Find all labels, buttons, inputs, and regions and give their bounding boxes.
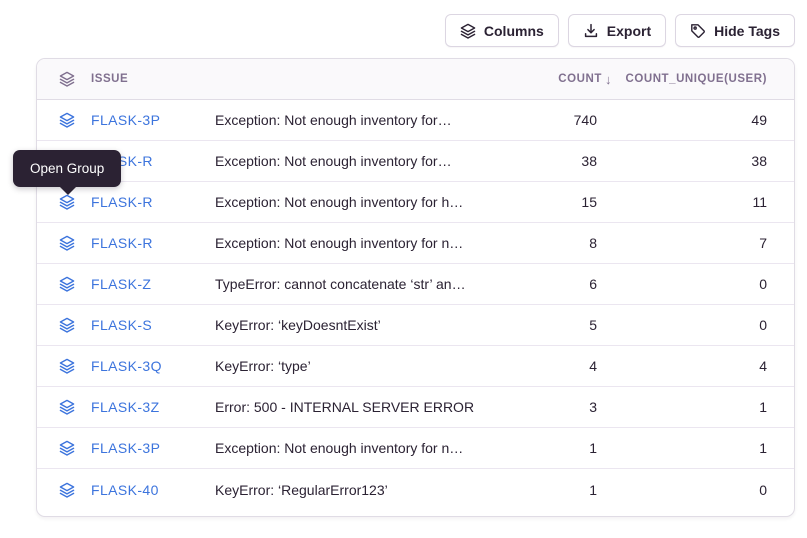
- table-row: FLASK-Z TypeError: cannot concatenate ‘s…: [37, 264, 794, 305]
- issue-message: KeyError: ‘keyDoesntExist’: [215, 317, 501, 333]
- hide-tags-button-label: Hide Tags: [714, 23, 780, 39]
- table-row: FLASK-S KeyError: ‘keyDoesntExist’ 5 0: [37, 305, 794, 346]
- count-value: 4: [517, 358, 597, 374]
- issue-message: Exception: Not enough inventory for…: [215, 153, 501, 169]
- count-value: 1: [517, 482, 597, 498]
- row-icon-cell: [59, 194, 75, 210]
- open-group-stack-icon[interactable]: [59, 112, 75, 128]
- table-row: FLASK-R Exception: Not enough inventory …: [37, 223, 794, 264]
- count-unique-value: 49: [613, 112, 767, 128]
- table-row: FLASK-40 KeyError: ‘RegularError123’ 1 0: [37, 469, 794, 510]
- issue-link[interactable]: FLASK-3P: [91, 440, 199, 456]
- open-group-stack-icon[interactable]: [59, 235, 75, 251]
- open-group-stack-icon[interactable]: [59, 440, 75, 456]
- count-value: 3: [517, 399, 597, 415]
- issue-link[interactable]: FLASK-3Z: [91, 399, 199, 415]
- open-group-stack-icon[interactable]: [59, 399, 75, 415]
- export-button[interactable]: Export: [568, 14, 666, 47]
- issue-link[interactable]: FLASK-3P: [91, 112, 199, 128]
- count-unique-value: 7: [613, 235, 767, 251]
- columns-button[interactable]: Columns: [445, 14, 559, 47]
- download-icon: [583, 23, 599, 39]
- open-group-tooltip: Open Group: [13, 150, 121, 187]
- export-button-label: Export: [607, 23, 651, 39]
- columns-button-label: Columns: [484, 23, 544, 39]
- open-group-stack-icon[interactable]: [59, 317, 75, 333]
- hide-tags-button[interactable]: Hide Tags: [675, 14, 795, 47]
- issue-link[interactable]: FLASK-R: [91, 194, 199, 210]
- sort-desc-icon: ↓: [605, 72, 612, 87]
- table-row: FLASK-3P Exception: Not enough inventory…: [37, 428, 794, 469]
- issue-link[interactable]: FLASK-R: [91, 235, 199, 251]
- table-row: FLASK-R Exception: Not enough inventory …: [37, 182, 794, 223]
- issue-message: TypeError: cannot concatenate ‘str’ an…: [215, 276, 501, 292]
- count-unique-value: 0: [613, 276, 767, 292]
- discover-results-page: Columns Export Hide Tags: [0, 0, 807, 538]
- issue-message: Exception: Not enough inventory for h…: [215, 194, 501, 210]
- open-group-stack-icon[interactable]: [59, 358, 75, 374]
- issue-message: Error: 500 - INTERNAL SERVER ERROR: [215, 399, 501, 415]
- issue-link[interactable]: FLASK-3Q: [91, 358, 199, 374]
- issue-message: KeyError: ‘type’: [215, 358, 501, 374]
- row-icon-cell: [59, 440, 75, 456]
- open-group-stack-icon[interactable]: [59, 194, 75, 210]
- count-value: 6: [517, 276, 597, 292]
- count-value: 38: [517, 153, 597, 169]
- open-group-stack-icon[interactable]: [59, 276, 75, 292]
- count-unique-value: 4: [613, 358, 767, 374]
- table-row: FLASK-R Exception: Not enough inventory …: [37, 141, 794, 182]
- count-value: 8: [517, 235, 597, 251]
- row-icon-cell: [59, 358, 75, 374]
- count-unique-value: 0: [613, 482, 767, 498]
- column-header-issue[interactable]: ISSUE: [91, 73, 199, 85]
- issue-message: Exception: Not enough inventory for n…: [215, 235, 501, 251]
- issue-link[interactable]: FLASK-40: [91, 482, 199, 498]
- count-unique-value: 11: [613, 194, 767, 210]
- count-unique-value: 38: [613, 153, 767, 169]
- count-value: 1: [517, 440, 597, 456]
- row-icon-cell: [59, 317, 75, 333]
- issue-message: KeyError: ‘RegularError123’: [215, 482, 501, 498]
- count-unique-value: 1: [613, 440, 767, 456]
- tag-icon: [690, 23, 706, 39]
- column-header-count-unique[interactable]: COUNT_UNIQUE(USER): [613, 73, 767, 85]
- issue-link[interactable]: FLASK-S: [91, 317, 199, 333]
- row-icon-cell: [59, 399, 75, 415]
- row-icon-cell: [59, 276, 75, 292]
- table-header-row: ISSUE COUNT ↓ COUNT_UNIQUE(USER): [37, 59, 794, 100]
- stack-icon: [460, 23, 476, 39]
- open-group-stack-icon[interactable]: [59, 482, 75, 498]
- count-unique-value: 1: [613, 399, 767, 415]
- table-row: FLASK-3Z Error: 500 - INTERNAL SERVER ER…: [37, 387, 794, 428]
- tooltip-label: Open Group: [30, 161, 104, 176]
- issue-link[interactable]: FLASK-Z: [91, 276, 199, 292]
- issue-message: Exception: Not enough inventory for n…: [215, 440, 501, 456]
- count-value: 15: [517, 194, 597, 210]
- table-row: FLASK-3Q KeyError: ‘type’ 4 4: [37, 346, 794, 387]
- row-icon-cell: [59, 482, 75, 498]
- count-value: 5: [517, 317, 597, 333]
- row-icon-cell: [59, 235, 75, 251]
- count-unique-value: 0: [613, 317, 767, 333]
- header-icon-cell: [59, 71, 75, 87]
- column-header-count[interactable]: COUNT ↓: [517, 72, 597, 87]
- table-row: FLASK-3P Exception: Not enough inventory…: [37, 100, 794, 141]
- count-value: 740: [517, 112, 597, 128]
- row-icon-cell: [59, 112, 75, 128]
- issue-message: Exception: Not enough inventory for…: [215, 112, 501, 128]
- stack-icon: [59, 71, 75, 87]
- table-toolbar: Columns Export Hide Tags: [445, 14, 795, 47]
- table-body: FLASK-3P Exception: Not enough inventory…: [37, 100, 794, 516]
- results-table: ISSUE COUNT ↓ COUNT_UNIQUE(USER) FLASK-3…: [36, 58, 795, 517]
